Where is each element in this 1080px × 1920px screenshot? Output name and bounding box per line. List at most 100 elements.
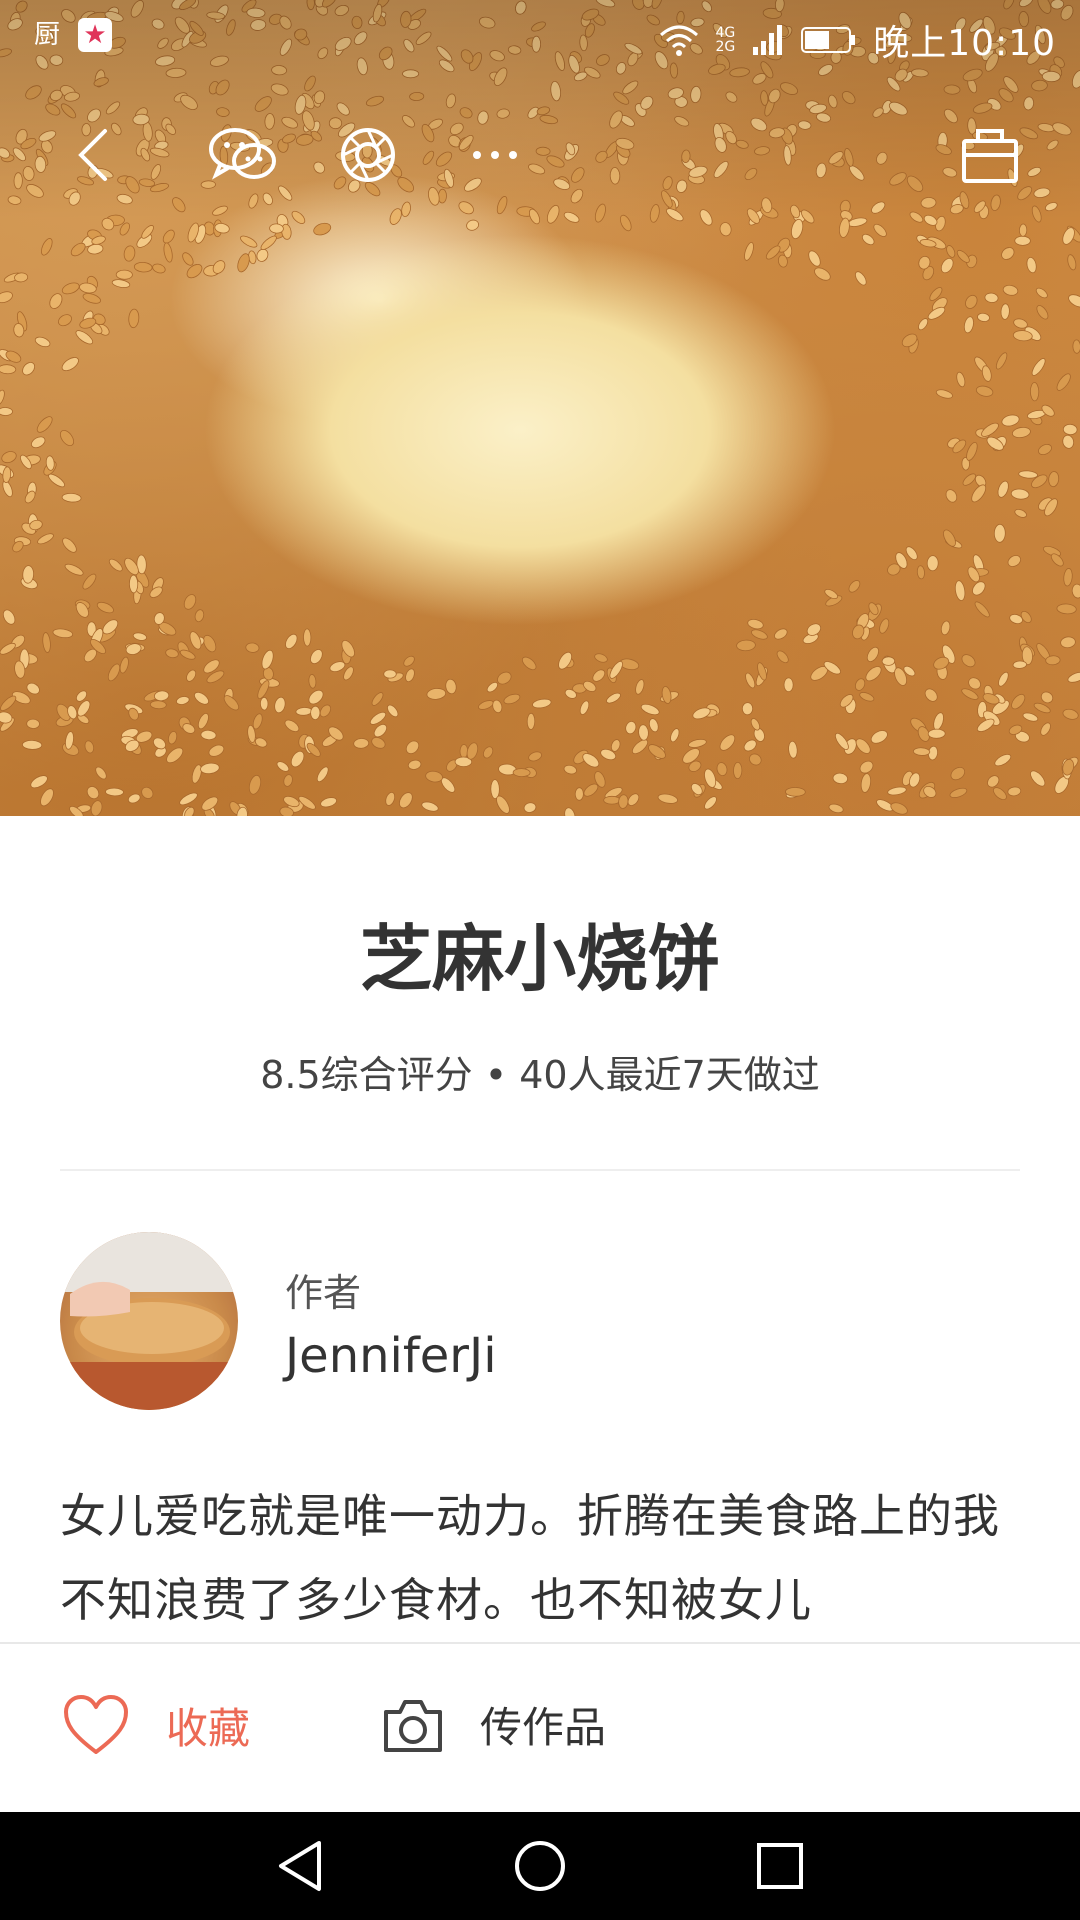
network-type-label: 4G 2G	[715, 25, 736, 55]
nav-home-button[interactable]	[510, 1836, 570, 1896]
sesame-seed	[606, 692, 621, 704]
sesame-seed	[1011, 693, 1026, 710]
sesame-seed	[751, 629, 768, 640]
sesame-seed	[975, 385, 994, 397]
share-moments-button[interactable]	[333, 120, 403, 190]
nav-back-button[interactable]	[270, 1836, 330, 1896]
sesame-seed	[785, 787, 806, 797]
sesame-seed	[945, 489, 958, 503]
star-app-icon: ★	[78, 18, 112, 52]
upload-work-button[interactable]: 传作品	[382, 1694, 606, 1755]
sesame-seed	[749, 753, 762, 766]
divider	[60, 1169, 1020, 1171]
sesame-seed	[1067, 254, 1077, 271]
sesame-seed	[34, 336, 51, 348]
sesame-seed	[1001, 414, 1020, 427]
sesame-seed	[283, 774, 293, 787]
sesame-seed	[1036, 305, 1049, 320]
sesame-seed	[870, 730, 888, 744]
sesame-seed	[496, 795, 510, 814]
shopping-basket-button[interactable]	[955, 120, 1025, 190]
sesame-seed	[466, 219, 480, 231]
sesame-seed	[984, 292, 999, 303]
sesame-seed	[194, 691, 209, 705]
sesame-seed	[1001, 247, 1015, 260]
sesame-seed	[123, 245, 136, 262]
sesame-seed	[1010, 488, 1030, 500]
sesame-seed	[308, 674, 317, 689]
sesame-seed	[22, 739, 43, 750]
recipe-cover-image	[0, 0, 1080, 816]
sesame-seed	[128, 308, 140, 329]
sesame-seed	[240, 235, 258, 248]
sesame-seed	[974, 601, 990, 618]
sesame-seed	[248, 774, 262, 795]
sesame-seed	[26, 718, 40, 729]
sesame-seed	[1022, 712, 1039, 722]
back-button[interactable]	[58, 120, 128, 190]
sesame-seed	[64, 563, 84, 576]
sesame-seed	[1035, 287, 1048, 299]
favorite-button[interactable]: 收藏	[62, 1694, 250, 1756]
sesame-seed	[40, 788, 54, 807]
sesame-seed	[855, 271, 867, 286]
author-avatar[interactable]	[60, 1232, 238, 1410]
sesame-seed	[961, 654, 976, 668]
sesame-seed	[167, 731, 178, 745]
heart-icon	[64, 1695, 128, 1754]
action-bar: 收藏 传作品	[0, 1644, 1080, 1812]
sesame-seed	[421, 801, 439, 812]
sesame-seed	[1038, 443, 1052, 456]
sesame-seed	[592, 669, 606, 682]
sesame-seed	[670, 728, 680, 743]
sesame-seed	[638, 724, 649, 741]
sesame-seed	[276, 761, 290, 772]
sesame-seed	[1000, 303, 1010, 320]
sesame-seed	[48, 473, 65, 488]
sesame-seed	[1062, 434, 1075, 449]
sesame-seed	[36, 416, 53, 433]
sesame-seed	[625, 721, 637, 735]
sesame-seed	[405, 740, 420, 755]
sesame-seed	[284, 719, 300, 732]
battery-icon	[801, 27, 856, 53]
sesame-seed	[995, 352, 1008, 370]
sesame-seed	[290, 750, 305, 768]
sesame-seed	[1068, 294, 1080, 308]
sesame-seed	[859, 692, 875, 702]
sesame-seed	[854, 678, 866, 691]
sesame-seed	[1, 451, 17, 464]
sesame-seed	[733, 762, 743, 779]
sesame-seed	[994, 753, 1012, 767]
sesame-seed	[968, 677, 981, 690]
sesame-seed	[736, 639, 756, 652]
sesame-seed	[574, 787, 584, 801]
sesame-seed	[866, 646, 879, 662]
sesame-seed	[127, 793, 141, 804]
sesame-seed	[353, 738, 370, 749]
sesame-seed	[916, 565, 925, 580]
sesame-seed	[1030, 770, 1046, 787]
sesame-seed	[303, 628, 312, 647]
sesame-seed	[133, 261, 153, 273]
sesame-seed	[0, 642, 16, 655]
share-wechat-button[interactable]	[208, 120, 278, 190]
sesame-seed	[96, 601, 114, 614]
sesame-seed	[200, 729, 217, 741]
sesame-seed	[1040, 722, 1051, 736]
sesame-seed	[745, 672, 756, 689]
sesame-seed	[399, 792, 413, 809]
sesame-seed	[657, 793, 678, 804]
sesame-seed	[1072, 339, 1080, 354]
author-name[interactable]: JenniferJi	[285, 1328, 497, 1384]
sesame-seed	[981, 365, 992, 382]
sesame-seed	[946, 245, 956, 258]
sesame-seed	[1029, 382, 1040, 402]
sesame-seed	[478, 700, 494, 710]
more-button[interactable]	[460, 120, 530, 190]
sesame-seed	[182, 252, 194, 266]
sesame-seed	[926, 555, 939, 572]
sesame-seed	[426, 688, 447, 700]
sesame-seed	[1007, 786, 1022, 797]
nav-recents-button[interactable]	[750, 1836, 810, 1896]
